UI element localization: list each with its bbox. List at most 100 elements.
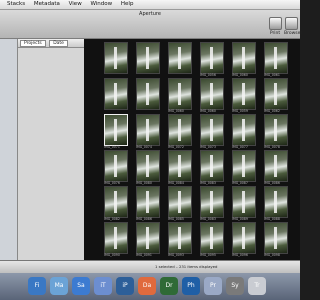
dock-item-preview[interactable]: Pr — [204, 277, 222, 295]
dock: Fi Ma Sa iT iP Da Dr Ph Pr Sy Tr — [0, 273, 300, 300]
waterfall-image — [146, 227, 149, 249]
thumbnail-caption: IMG_0071 — [104, 145, 120, 149]
print-label: Print — [269, 31, 281, 36]
dock-item-finder[interactable]: Fi — [28, 277, 46, 295]
waterfall-image — [146, 155, 149, 177]
waterfall-image — [242, 119, 245, 141]
thumbnail[interactable] — [232, 42, 256, 74]
left-sidebar — [0, 39, 18, 260]
thumbnail-caption: IMG_0060 — [200, 109, 216, 113]
thumbnail[interactable] — [104, 42, 128, 74]
waterfall-image — [242, 227, 245, 249]
thumbnail[interactable] — [264, 222, 288, 254]
menu-item-window[interactable]: Window — [90, 1, 112, 7]
thumbnail[interactable] — [232, 186, 256, 218]
print-button[interactable]: Print — [268, 17, 282, 37]
waterfall-image — [242, 155, 245, 177]
thumbnail[interactable] — [136, 42, 160, 74]
thumbnail[interactable] — [136, 78, 160, 110]
waterfall-image — [210, 191, 213, 213]
waterfall-image — [274, 83, 277, 105]
waterfall-image — [274, 119, 277, 141]
thumbnail[interactable] — [104, 186, 128, 218]
thumbnail[interactable] — [168, 78, 192, 110]
thumbnail-caption: IMG_0098 — [264, 253, 280, 257]
thumbnail[interactable] — [136, 150, 160, 182]
thumbnail[interactable] — [104, 114, 128, 146]
waterfall-image — [178, 191, 181, 213]
thumbnail[interactable] — [168, 42, 192, 74]
waterfall-image — [274, 155, 277, 177]
status-text: 1 selected – 231 items displayed — [155, 264, 218, 269]
thumbnail-caption: IMG_0060 — [232, 73, 248, 77]
thumbnail[interactable] — [136, 222, 160, 254]
waterfall-image — [146, 47, 149, 69]
menu-item-stacks[interactable]: Stacks — [7, 1, 25, 7]
waterfall-image — [274, 47, 277, 69]
project-browser — [18, 48, 84, 260]
thumbnail[interactable] — [104, 78, 128, 110]
dock-item-mail[interactable]: Ma — [50, 277, 68, 295]
thumbnail[interactable] — [168, 114, 192, 146]
thumbnail[interactable] — [200, 42, 224, 74]
status-bar: 1 selected – 231 items displayed — [0, 260, 300, 273]
dock-item-system-preferences[interactable]: Sy — [226, 277, 244, 295]
menu-item-view[interactable]: View — [69, 1, 82, 7]
waterfall-image — [146, 83, 149, 105]
thumbnail[interactable] — [168, 150, 192, 182]
thumbnail-caption: IMG_0083 — [200, 217, 216, 221]
dock-item-photoshop[interactable]: Ph — [182, 277, 200, 295]
thumbnail[interactable] — [168, 222, 192, 254]
thumbnail-caption: IMG_0084 — [168, 181, 184, 185]
thumbnail[interactable] — [104, 222, 128, 254]
waterfall-image — [178, 227, 181, 249]
menu-bar: Stacks Metadata View Window Help — [0, 0, 300, 10]
thumbnail[interactable] — [200, 186, 224, 218]
browser-button[interactable]: Browser — [284, 17, 302, 37]
thumbnail-caption: IMG_0082 — [104, 217, 120, 221]
thumbnail[interactable] — [232, 78, 256, 110]
thumbnail-caption: IMG_0060 — [168, 109, 184, 113]
waterfall-image — [210, 83, 213, 105]
thumbnail-caption: IMG_0056 — [200, 73, 216, 77]
dock-item-dashboard[interactable]: Da — [138, 277, 156, 295]
thumbnail-grid: IMG_0056 IMG_0060 IMG_0061 IMG_0060 IMG_0060… — [84, 39, 300, 260]
projects-dropdown[interactable]: Projects — [20, 40, 46, 47]
thumbnail[interactable] — [264, 150, 288, 182]
thumbnail-caption: IMG_0086 — [136, 217, 152, 221]
thumbnail[interactable] — [232, 222, 256, 254]
thumbnail[interactable] — [264, 78, 288, 110]
thumbnail[interactable] — [232, 114, 256, 146]
waterfall-image — [274, 191, 277, 213]
thumbnail[interactable] — [232, 150, 256, 182]
thumbnail[interactable] — [104, 150, 128, 182]
waterfall-image — [146, 119, 149, 141]
dock-item-dreamweaver[interactable]: Dr — [160, 277, 178, 295]
thumbnail[interactable] — [200, 150, 224, 182]
thumbnail[interactable] — [200, 222, 224, 254]
thumbnail[interactable] — [136, 114, 160, 146]
dock-item-safari[interactable]: Sa — [72, 277, 90, 295]
thumbnail-caption: IMG_0080 — [136, 181, 152, 185]
waterfall-image — [242, 83, 245, 105]
thumbnail[interactable] — [264, 114, 288, 146]
browser-icon — [284, 17, 298, 30]
thumbnail[interactable] — [264, 186, 288, 218]
dock-item-trash[interactable]: Tr — [248, 277, 266, 295]
dock-item-iphoto[interactable]: iP — [116, 277, 134, 295]
window-title: Aperture — [139, 11, 161, 17]
waterfall-image — [274, 227, 277, 249]
thumbnail[interactable] — [200, 78, 224, 110]
thumbnail[interactable] — [168, 186, 192, 218]
menu-item-metadata[interactable]: Metadata — [34, 1, 60, 7]
date-dropdown[interactable]: Date — [49, 40, 68, 47]
menu-item-help[interactable]: Help — [121, 1, 134, 7]
waterfall-image — [114, 83, 117, 105]
window-titlebar: Aperture Print Browser — [0, 10, 302, 39]
thumbnail[interactable] — [200, 114, 224, 146]
thumbnail-caption: IMG_0072 — [168, 145, 184, 149]
thumbnail[interactable] — [264, 42, 288, 74]
thumbnail-caption: IMG_0089 — [232, 217, 248, 221]
dock-item-itunes[interactable]: iT — [94, 277, 112, 295]
thumbnail[interactable] — [136, 186, 160, 218]
